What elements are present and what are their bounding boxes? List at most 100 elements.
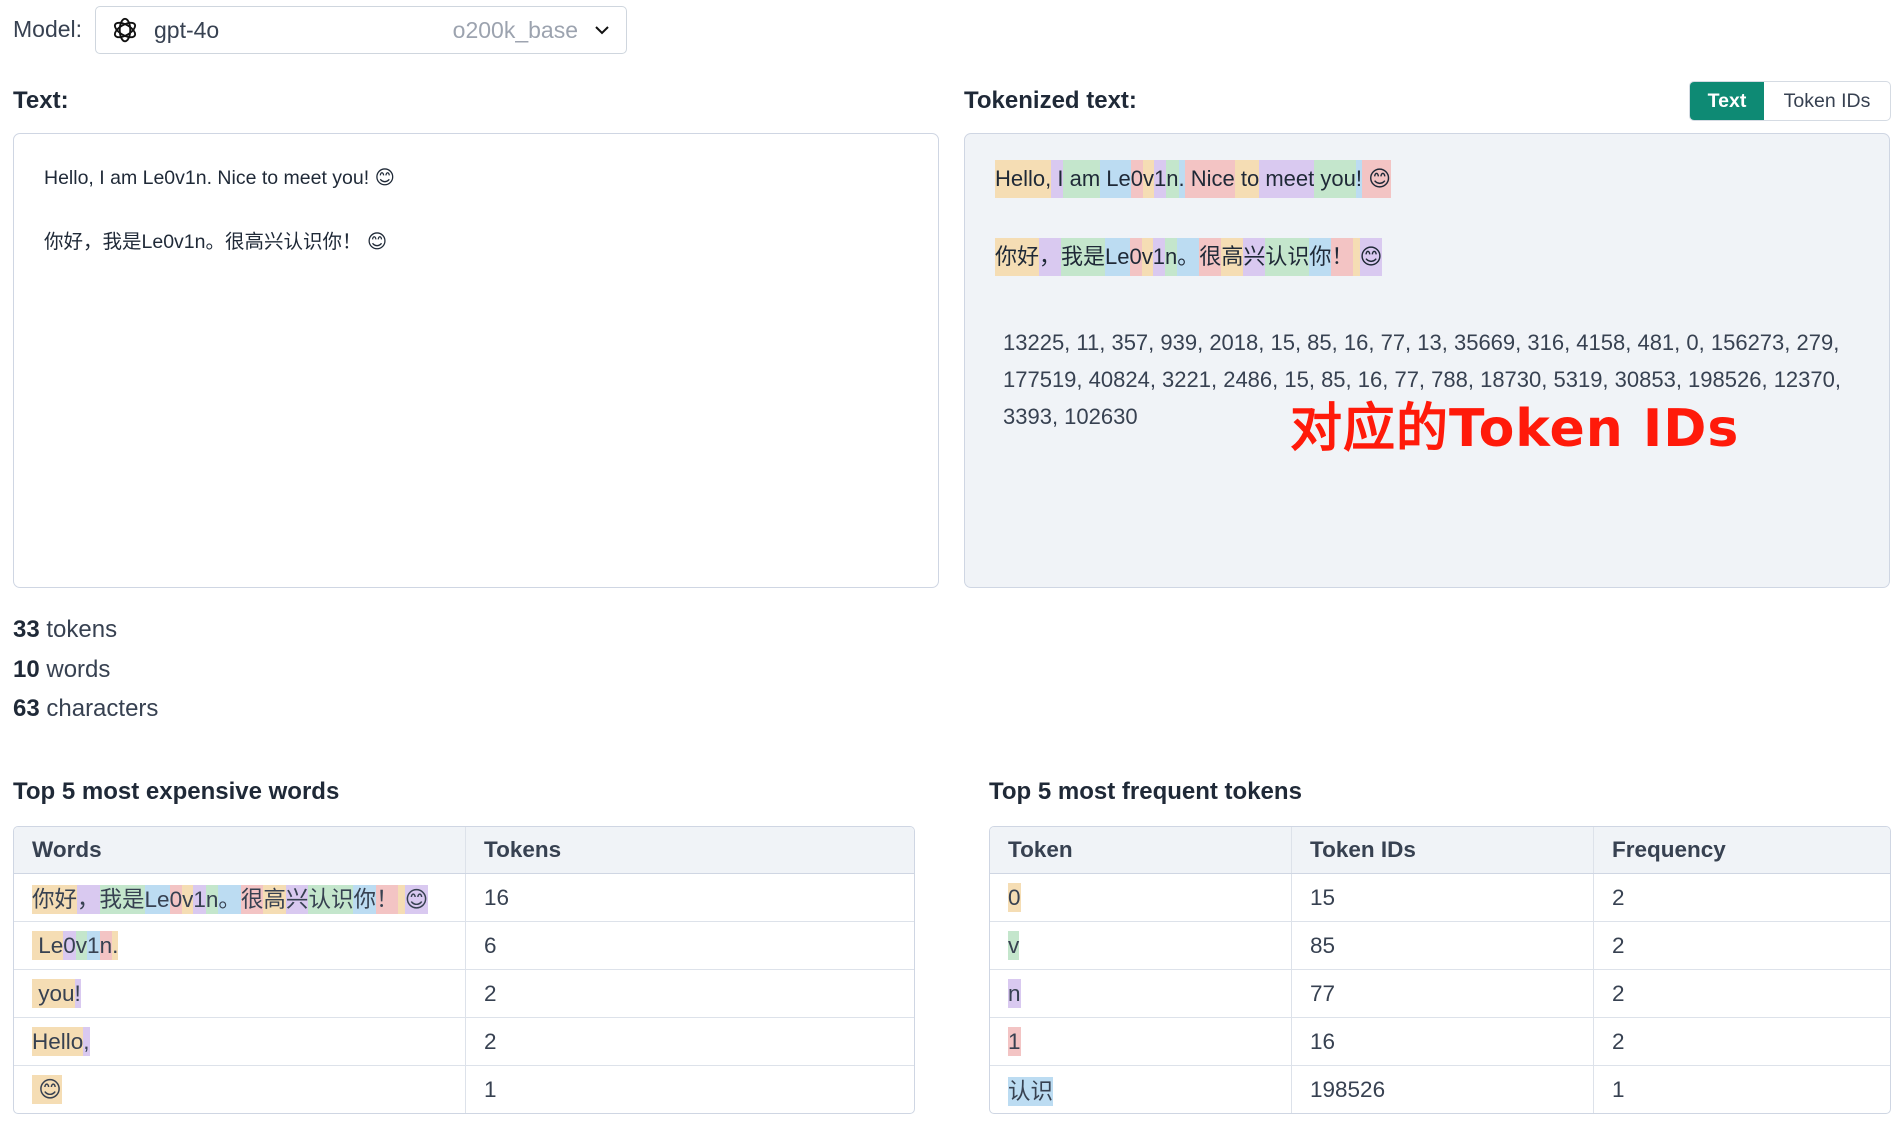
- token-chip: 0: [1008, 882, 1021, 912]
- token-id-cell: 16: [1291, 1017, 1594, 1066]
- model-label: Model:: [13, 16, 83, 42]
- table-row: 1 16 2: [990, 1017, 1890, 1066]
- token-id-cell: 198526: [1291, 1065, 1594, 1113]
- token-chip: ,: [83, 1026, 90, 1056]
- token-chip: n: [1008, 978, 1021, 1008]
- frequency-cell: 2: [1593, 921, 1890, 970]
- token-chip: 高: [1221, 238, 1244, 276]
- token-chip: 。: [1177, 238, 1200, 276]
- annotation-label: 对应的Token IDs: [1290, 399, 1740, 459]
- column-header: Frequency: [1593, 827, 1890, 874]
- model-encoding: o200k_base: [452, 16, 578, 43]
- token-chip: Le: [1105, 238, 1130, 276]
- word-cell: 你好，我是Le0v1n。很高兴认识你！ 😊: [14, 873, 466, 922]
- column-header: Words: [14, 827, 466, 874]
- frequent-tokens-table: Token Token IDs Frequency 0 15 2 v 85 2 n 77 2 1 1…: [989, 826, 1891, 1114]
- token-chip: n: [99, 930, 113, 960]
- token-chip: 高: [263, 884, 286, 914]
- table-row: 你好，我是Le0v1n。很高兴认识你！ 😊 16: [14, 873, 914, 922]
- token-count-cell: 6: [465, 921, 914, 970]
- token-ids-view-button[interactable]: Token IDs: [1764, 82, 1890, 120]
- model-name: gpt-4o: [154, 16, 220, 43]
- token-chip: 😊: [32, 1074, 62, 1104]
- frequency-cell: 2: [1593, 873, 1890, 922]
- text-view-button[interactable]: Text: [1690, 82, 1764, 120]
- tokenized-output: Hello, I am Le 0 v 1 n. Nice to meet you! 😊 …: [964, 133, 1890, 588]
- token-chip: Le: [144, 884, 170, 914]
- token-id-cell: 77: [1291, 969, 1594, 1018]
- table-row: 😊 1: [14, 1065, 914, 1113]
- token-chip: 1: [87, 930, 100, 960]
- word-cell: you!: [14, 969, 466, 1018]
- token-chip: meet: [1259, 160, 1315, 198]
- token-cell: 0: [990, 873, 1292, 922]
- character-count: 63 characters: [13, 695, 159, 722]
- token-chip: am: [1063, 160, 1101, 198]
- token-id-cell: 85: [1291, 921, 1594, 970]
- token-cell: v: [990, 921, 1292, 970]
- token-chip: Hello,: [995, 160, 1052, 198]
- token-chip: 1: [1154, 160, 1167, 198]
- token-chip: 。: [218, 884, 241, 914]
- input-line: [44, 194, 908, 226]
- column-header: Token: [990, 827, 1292, 874]
- token-chip: 😊: [1361, 160, 1392, 198]
- table-row: n 77 2: [990, 969, 1890, 1018]
- token-chip: 😊: [404, 884, 429, 914]
- expensive-words-title: Top 5 most expensive words: [13, 778, 340, 805]
- token-chip: v: [75, 930, 88, 960]
- token-chip: 认识: [1008, 1076, 1054, 1106]
- token-chip: 兴: [1243, 238, 1266, 276]
- token-chip: v: [1143, 160, 1155, 198]
- token-chip: 认识: [1265, 238, 1310, 276]
- column-header: Tokens: [465, 827, 914, 874]
- token-chip: Le: [1100, 160, 1131, 198]
- token-chip: 很: [240, 884, 264, 914]
- token-chip: Nice: [1184, 160, 1235, 198]
- token-chip: 1: [193, 884, 206, 914]
- token-chip: ！: [375, 884, 399, 914]
- word-cell: 😊: [14, 1065, 466, 1113]
- text-input[interactable]: Hello, I am Le0v1n. Nice to meet you! 😊 …: [13, 133, 939, 588]
- token-chip: v: [1008, 930, 1020, 960]
- token-cell: 认识: [990, 1065, 1292, 1113]
- token-count-cell: 16: [465, 873, 914, 922]
- model-select[interactable]: gpt-4o o200k_base: [95, 6, 627, 54]
- token-chip: 你好: [995, 238, 1040, 276]
- token-id-cell: 15: [1291, 873, 1594, 922]
- token-chip: 1: [1152, 238, 1166, 276]
- token-count-cell: 2: [465, 969, 914, 1018]
- token-chip: 很: [1199, 238, 1222, 276]
- view-toggle: Text Token IDs: [1689, 81, 1891, 121]
- word-count: 10 words: [13, 655, 111, 683]
- column-header: Token IDs: [1291, 827, 1594, 874]
- frequency-cell: 2: [1593, 969, 1890, 1018]
- table-row: v 85 2: [990, 921, 1890, 970]
- token-cell: n: [990, 969, 1292, 1018]
- token-chip: v: [1141, 238, 1153, 276]
- word-cell: Hello,: [14, 1017, 466, 1066]
- chevron-down-icon[interactable]: [592, 20, 612, 40]
- token-chip: I: [1051, 160, 1064, 198]
- input-line: 你好，我是Le0v1n。很高兴认识你！ 😊: [44, 231, 388, 253]
- expensive-words-table: Words Tokens 你好，我是Le0v1n。很高兴认识你！ 😊 16 Le0…: [13, 826, 915, 1114]
- token-chip: 我是: [1061, 238, 1106, 276]
- token-count: 33 tokens: [13, 616, 118, 643]
- text-section-title: Text:: [13, 87, 69, 114]
- token-chip: Le: [32, 930, 64, 960]
- token-chip: you: [32, 978, 75, 1008]
- token-chip: [398, 884, 405, 914]
- frequency-cell: 2: [1593, 1017, 1890, 1066]
- token-chip: ！: [1331, 238, 1354, 276]
- token-chip: 认识: [308, 884, 354, 914]
- table-row: Hello, 2: [14, 1017, 914, 1066]
- table-row: 0 15 2: [990, 873, 1890, 922]
- token-chip: n: [205, 884, 219, 914]
- token-count-cell: 1: [465, 1065, 914, 1113]
- token-line: Hello, I am Le 0 v 1 n. Nice to meet you! 😊: [995, 160, 1859, 198]
- token-chip: 0: [169, 884, 183, 914]
- frequent-tokens-title: Top 5 most frequent tokens: [989, 778, 1302, 805]
- input-line: Hello, I am Le0v1n. Nice to meet you! 😊: [44, 167, 395, 189]
- token-chip: 😊: [1359, 238, 1383, 276]
- token-line: 你好，我是 Le 0 v 1 n。很高兴认识你！ 😊: [995, 238, 1859, 276]
